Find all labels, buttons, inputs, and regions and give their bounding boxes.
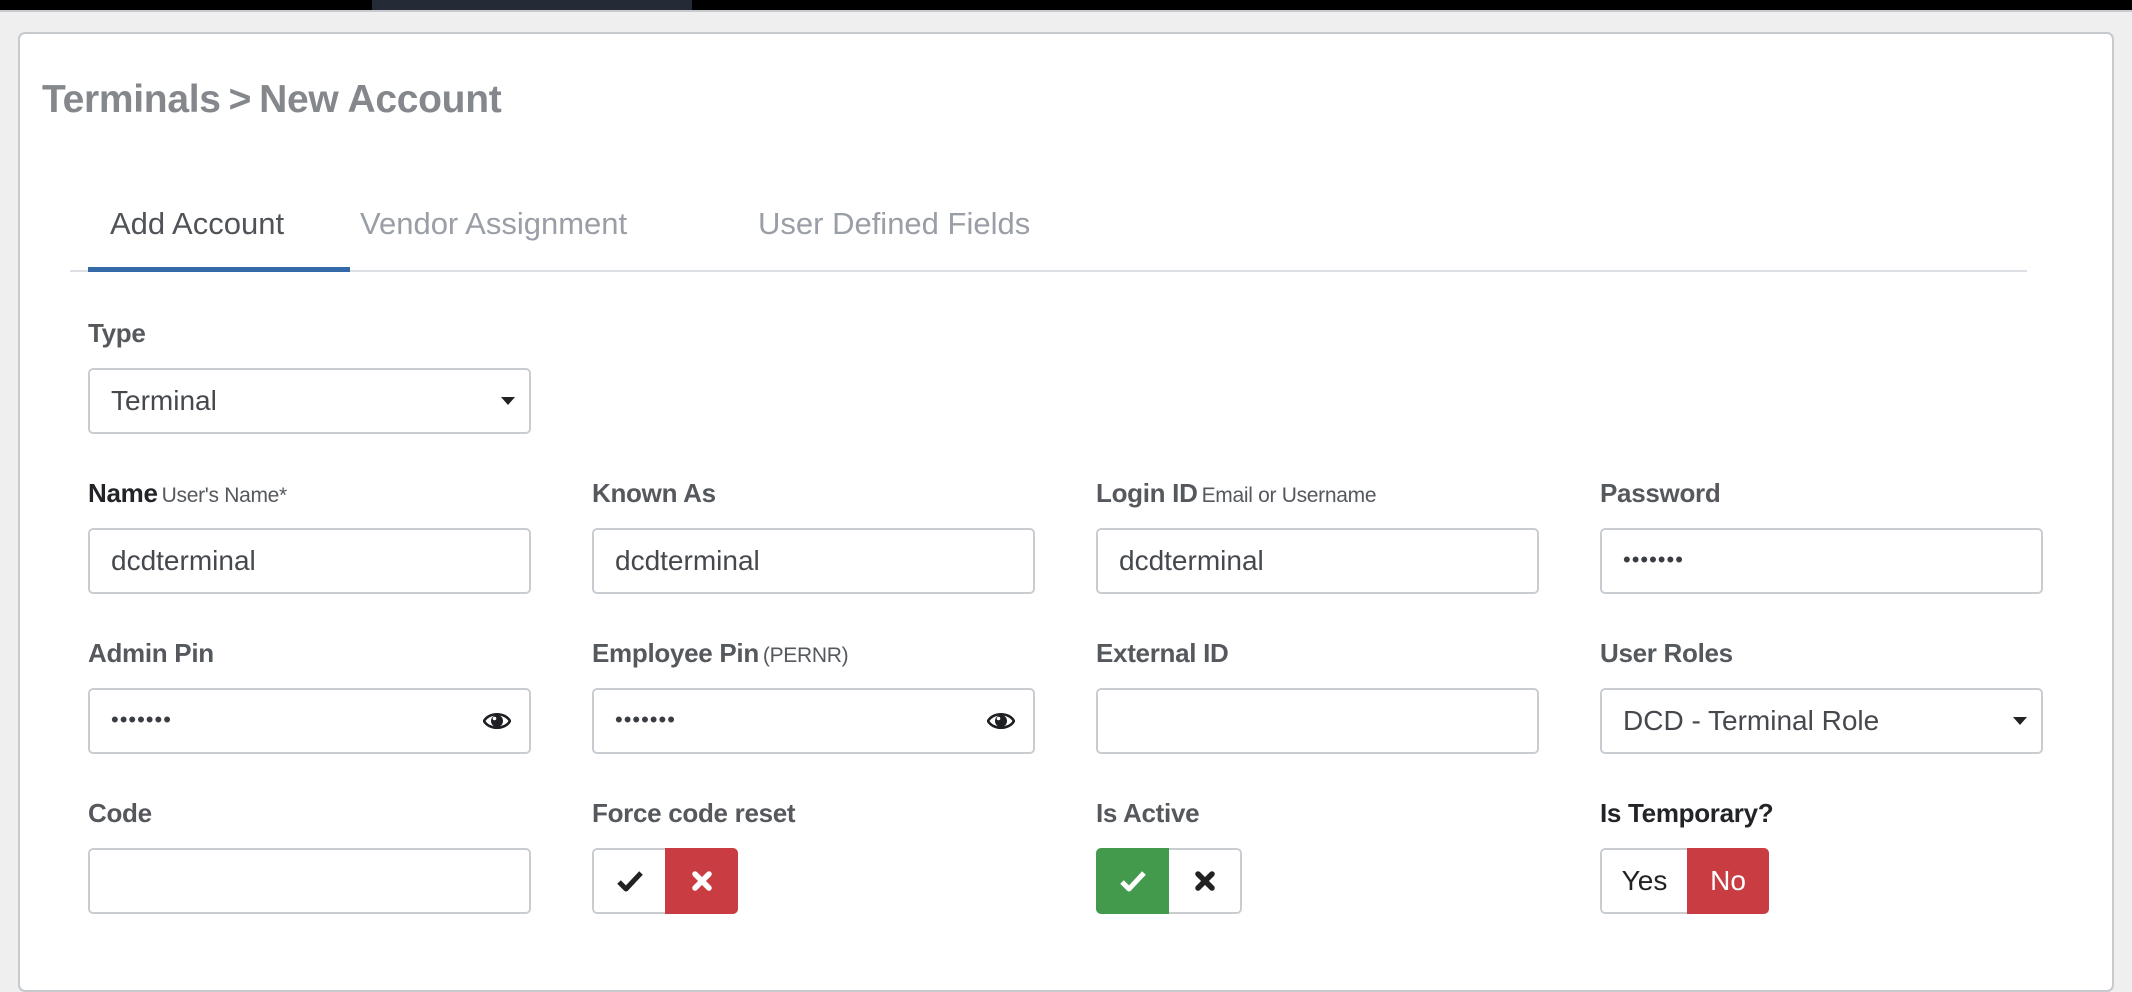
login-id-label-text: Login ID bbox=[1096, 478, 1198, 508]
employee-pin-hint: (PERNR) bbox=[762, 644, 849, 667]
tab-user-defined-fields[interactable]: User Defined Fields bbox=[758, 200, 1030, 272]
check-icon bbox=[1119, 871, 1146, 892]
employee-pin-value: ••••••• bbox=[615, 707, 676, 732]
force-code-reset-yes-button[interactable] bbox=[592, 848, 665, 914]
is-active-toggle bbox=[1096, 848, 1242, 914]
login-id-input[interactable]: dcdterminal bbox=[1096, 528, 1539, 594]
user-roles-select[interactable]: DCD - Terminal Role bbox=[1600, 688, 2043, 754]
login-id-label: Login ID Email or Username bbox=[1096, 478, 1377, 509]
caret-down-icon bbox=[501, 397, 515, 405]
admin-pin-input[interactable]: ••••••• bbox=[88, 688, 531, 754]
login-id-value: dcdterminal bbox=[1119, 545, 1264, 576]
breadcrumb-separator: > bbox=[228, 78, 252, 121]
code-input[interactable] bbox=[88, 848, 531, 914]
type-select-value: Terminal bbox=[111, 385, 217, 416]
check-icon bbox=[616, 871, 643, 892]
is-active-label: Is Active bbox=[1096, 798, 1200, 828]
known-as-value: dcdterminal bbox=[615, 545, 760, 576]
tab-bar: Add Account Vendor Assignment User Defin… bbox=[70, 200, 2027, 272]
tab-vendor-assignment[interactable]: Vendor Assignment bbox=[360, 200, 627, 272]
code-label: Code bbox=[88, 798, 152, 828]
password-input[interactable]: ••••••• bbox=[1600, 528, 2043, 594]
force-code-reset-no-button[interactable] bbox=[665, 848, 738, 914]
eye-icon[interactable] bbox=[483, 709, 511, 733]
admin-pin-label: Admin Pin bbox=[88, 638, 214, 668]
breadcrumb-current: New Account bbox=[259, 78, 502, 121]
eye-icon[interactable] bbox=[987, 709, 1015, 733]
type-select[interactable]: Terminal bbox=[88, 368, 531, 434]
is-active-yes-button[interactable] bbox=[1096, 848, 1169, 914]
is-temporary-label: Is Temporary? bbox=[1600, 798, 1774, 828]
type-label: Type bbox=[88, 318, 146, 348]
is-temporary-no-button[interactable]: No bbox=[1687, 848, 1769, 914]
employee-pin-label: Employee Pin (PERNR) bbox=[592, 638, 849, 669]
breadcrumb-parent[interactable]: Terminals bbox=[42, 78, 221, 121]
external-id-input[interactable] bbox=[1096, 688, 1539, 754]
admin-pin-value: ••••••• bbox=[111, 707, 172, 732]
known-as-input[interactable]: dcdterminal bbox=[592, 528, 1035, 594]
employee-pin-label-text: Employee Pin bbox=[592, 638, 759, 668]
name-label-text: Name bbox=[88, 478, 158, 508]
tab-add-account[interactable]: Add Account bbox=[88, 200, 350, 272]
known-as-label: Known As bbox=[592, 478, 716, 508]
name-input[interactable]: dcdterminal bbox=[88, 528, 531, 594]
browser-top-bar bbox=[0, 0, 2132, 10]
user-roles-value: DCD - Terminal Role bbox=[1623, 705, 1880, 736]
login-id-hint: Email or Username bbox=[1201, 484, 1377, 507]
active-tab-segment bbox=[372, 0, 692, 10]
caret-down-icon bbox=[2013, 717, 2027, 725]
external-id-label: External ID bbox=[1096, 638, 1229, 668]
yes-label: Yes bbox=[1621, 865, 1668, 896]
name-hint: User's Name* bbox=[161, 484, 288, 507]
name-label: Name User's Name* bbox=[88, 478, 287, 509]
name-value: dcdterminal bbox=[111, 545, 256, 576]
force-code-reset-label: Force code reset bbox=[592, 798, 796, 828]
top-divider bbox=[0, 10, 2132, 12]
no-label: No bbox=[1710, 865, 1746, 896]
breadcrumb: Terminals > New Account bbox=[42, 78, 502, 122]
x-icon bbox=[1194, 871, 1215, 891]
employee-pin-input[interactable]: ••••••• bbox=[592, 688, 1035, 754]
is-temporary-toggle: Yes No bbox=[1600, 848, 1769, 914]
x-icon bbox=[691, 871, 712, 891]
user-roles-label: User Roles bbox=[1600, 638, 1733, 668]
force-code-reset-toggle bbox=[592, 848, 738, 914]
is-temporary-yes-button[interactable]: Yes bbox=[1600, 848, 1687, 914]
password-value: ••••••• bbox=[1623, 547, 1684, 572]
password-label: Password bbox=[1600, 478, 1721, 508]
is-active-no-button[interactable] bbox=[1169, 848, 1242, 914]
